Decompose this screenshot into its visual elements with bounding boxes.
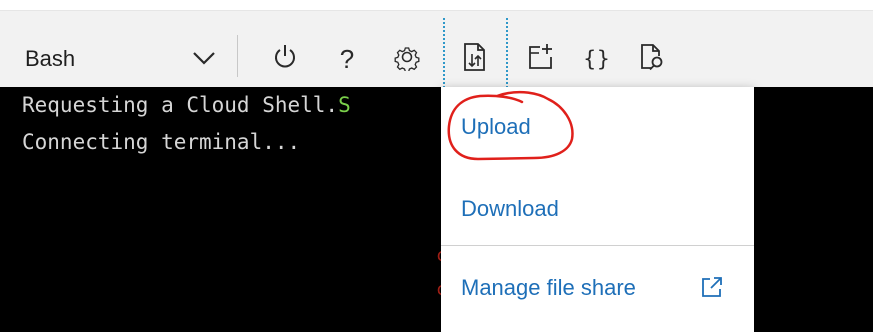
file-transfer-menu: Upload Download Manage file share (441, 87, 754, 332)
upload-menu-item[interactable]: Upload (461, 114, 531, 140)
shell-type-label: Bash (25, 46, 76, 71)
menu-divider (441, 245, 754, 246)
terminal-requesting-text: Requesting a Cloud Shell. (22, 93, 339, 117)
power-icon (272, 43, 298, 76)
editor-braces-icon: {} (583, 47, 611, 71)
settings-gear-icon (393, 43, 421, 76)
terminal-line-requesting: Requesting a Cloud Shell.S (22, 93, 351, 117)
window-top-strip (0, 0, 873, 10)
cloud-shell-toolbar: Bash ? {} (0, 10, 873, 87)
restart-button[interactable] (263, 37, 307, 81)
upload-download-focus-outline (443, 18, 508, 88)
new-session-button[interactable] (519, 37, 563, 81)
chevron-down-icon[interactable] (191, 45, 217, 76)
external-link-icon (700, 275, 724, 304)
help-icon: ? (339, 43, 355, 74)
settings-button[interactable] (385, 37, 429, 81)
terminal-success-fragment: S (338, 93, 351, 117)
terminal-line-connecting: Connecting terminal... (22, 130, 301, 154)
web-preview-icon (638, 42, 666, 77)
toolbar-divider (237, 35, 238, 77)
download-menu-item[interactable]: Download (461, 196, 559, 222)
help-button[interactable]: ? (325, 37, 369, 81)
new-session-icon (526, 42, 556, 77)
manage-file-share-menu-item[interactable]: Manage file share (461, 275, 636, 301)
editor-button[interactable]: {} (575, 37, 619, 81)
web-preview-button[interactable] (630, 37, 674, 81)
shell-type-dropdown[interactable]: Bash (10, 39, 238, 79)
